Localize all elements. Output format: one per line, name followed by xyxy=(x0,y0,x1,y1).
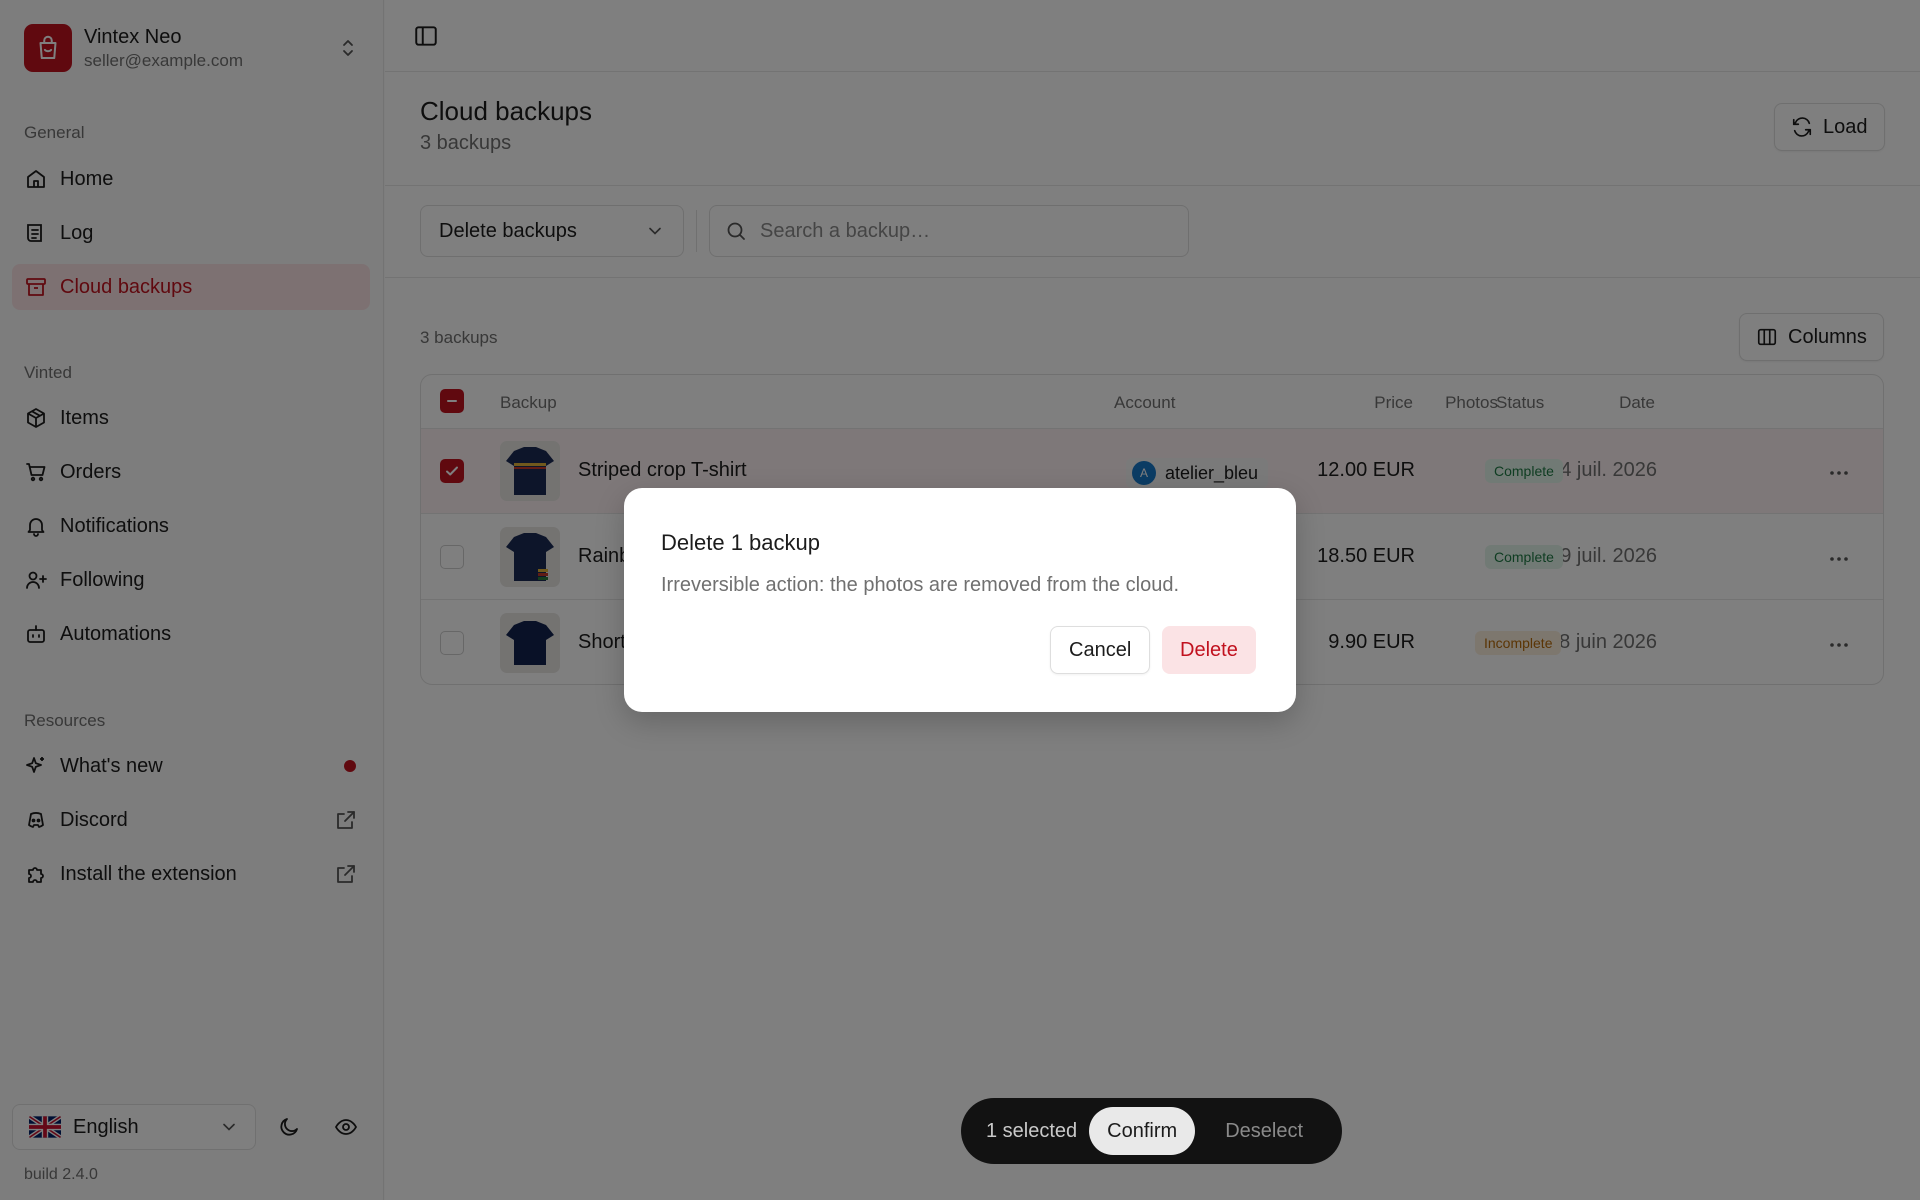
selection-bar: 1 selected Confirm Deselect xyxy=(961,1098,1342,1164)
confirm-button[interactable]: Confirm xyxy=(1089,1107,1196,1155)
delete-confirm-dialog: Delete 1 backup Irreversible action: the… xyxy=(624,488,1296,712)
delete-button[interactable]: Delete xyxy=(1162,626,1256,674)
selected-count: 1 selected xyxy=(986,1119,1078,1142)
cancel-button[interactable]: Cancel xyxy=(1050,626,1151,674)
dialog-title: Delete 1 backup xyxy=(661,530,820,555)
dialog-description: Irreversible action: the photos are remo… xyxy=(661,574,1180,596)
deselect-button[interactable]: Deselect xyxy=(1225,1120,1303,1143)
